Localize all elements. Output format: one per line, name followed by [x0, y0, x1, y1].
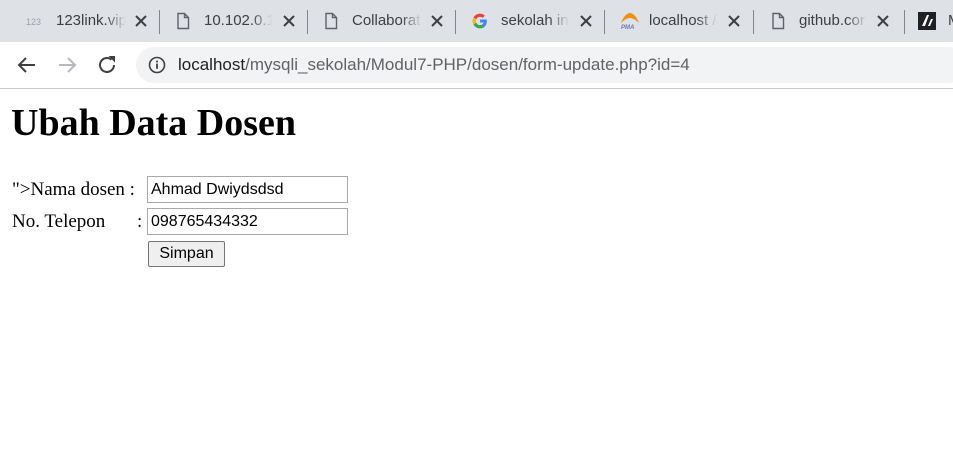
reload-icon[interactable]: [95, 53, 119, 77]
tab-title: 123link.vip: [56, 12, 126, 29]
url-text: localhost/mysqli_sekolah/Modul7-PHP/dose…: [178, 47, 690, 83]
url-host: localhost: [178, 55, 246, 74]
tab-github[interactable]: github.cor: [769, 0, 899, 42]
close-icon[interactable]: [726, 13, 742, 29]
tab-title: github.cor: [799, 12, 865, 29]
page-icon: [177, 12, 190, 30]
tab-title: Collaborat: [352, 12, 421, 29]
tab-title: M: [948, 12, 953, 30]
tab-collaborate[interactable]: Collaborat: [322, 0, 452, 42]
close-icon[interactable]: [578, 13, 594, 29]
page-icon: [772, 12, 785, 30]
favicon-123link-icon: 123: [26, 17, 41, 27]
tab-123link[interactable]: 123 123link.vip: [26, 0, 156, 42]
phpmyadmin-icon: PMA: [621, 13, 639, 30]
tab-10-102-0-1[interactable]: 10.102.0.1: [174, 0, 304, 42]
phone-input[interactable]: 098765434332: [147, 208, 348, 235]
forward-arrow-icon[interactable]: [55, 53, 79, 77]
phone-colon: :: [137, 211, 143, 232]
tab-sekolah-search[interactable]: sekolah in: [471, 0, 601, 42]
tab-separator: [904, 10, 905, 34]
svg-text:123: 123: [26, 17, 41, 27]
tab-strip: 123 123link.vip 10.102.0.1 Collaborat se…: [0, 0, 953, 42]
tab-favicon-icon: [918, 12, 936, 30]
browser-toolbar: localhost/mysqli_sekolah/Modul7-PHP/dose…: [0, 42, 953, 89]
tab-separator: [604, 10, 605, 34]
page-icon: [325, 12, 338, 30]
google-icon: [472, 13, 487, 29]
tab-separator: [159, 10, 160, 34]
url-path: /mysqli_sekolah/Modul7-PHP/dosen/form-up…: [245, 55, 690, 74]
tab-title: 10.102.0.1: [204, 12, 272, 29]
tab-separator: [753, 10, 754, 34]
info-icon[interactable]: [148, 56, 166, 74]
tab-title: localhost /: [649, 12, 717, 29]
svg-text:PMA: PMA: [621, 25, 634, 30]
address-bar[interactable]: localhost/mysqli_sekolah/Modul7-PHP/dose…: [136, 47, 953, 83]
close-icon[interactable]: [429, 13, 445, 29]
tab-partial[interactable]: M: [918, 0, 953, 42]
page-title: Ubah Data Dosen: [11, 102, 297, 144]
phone-label: No. Telepon: [12, 211, 106, 232]
name-label: ">Nama dosen :: [12, 179, 135, 200]
tab-separator: [307, 10, 308, 34]
tab-separator: [455, 10, 456, 34]
close-icon[interactable]: [875, 13, 891, 29]
tab-phpmyadmin[interactable]: PMA localhost /: [619, 0, 749, 42]
name-input[interactable]: Ahmad Dwiydsdsd: [147, 176, 348, 203]
save-button[interactable]: Simpan: [148, 241, 225, 267]
tab-title: sekolah in: [501, 12, 569, 29]
back-arrow-icon[interactable]: [15, 53, 39, 77]
close-icon[interactable]: [133, 13, 149, 29]
close-icon[interactable]: [281, 13, 297, 29]
page-content: Ubah Data Dosen ">Nama dosen : Ahmad Dwi…: [0, 89, 953, 459]
